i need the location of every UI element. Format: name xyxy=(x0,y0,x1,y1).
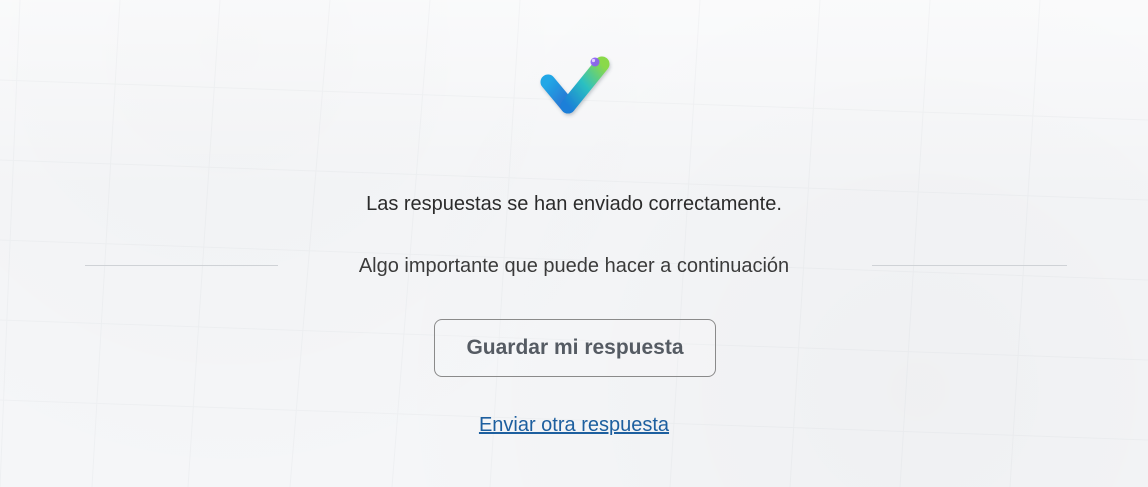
save-response-button[interactable]: Guardar mi respuesta xyxy=(434,319,716,377)
check-icon xyxy=(538,48,616,120)
next-steps-title: Algo importante que puede hacer a contin… xyxy=(358,255,790,277)
divider-right xyxy=(872,265,1067,266)
send-another-response-link[interactable]: Enviar otra respuesta xyxy=(0,414,1148,437)
success-message: Las respuestas se han enviado correctame… xyxy=(366,193,782,215)
